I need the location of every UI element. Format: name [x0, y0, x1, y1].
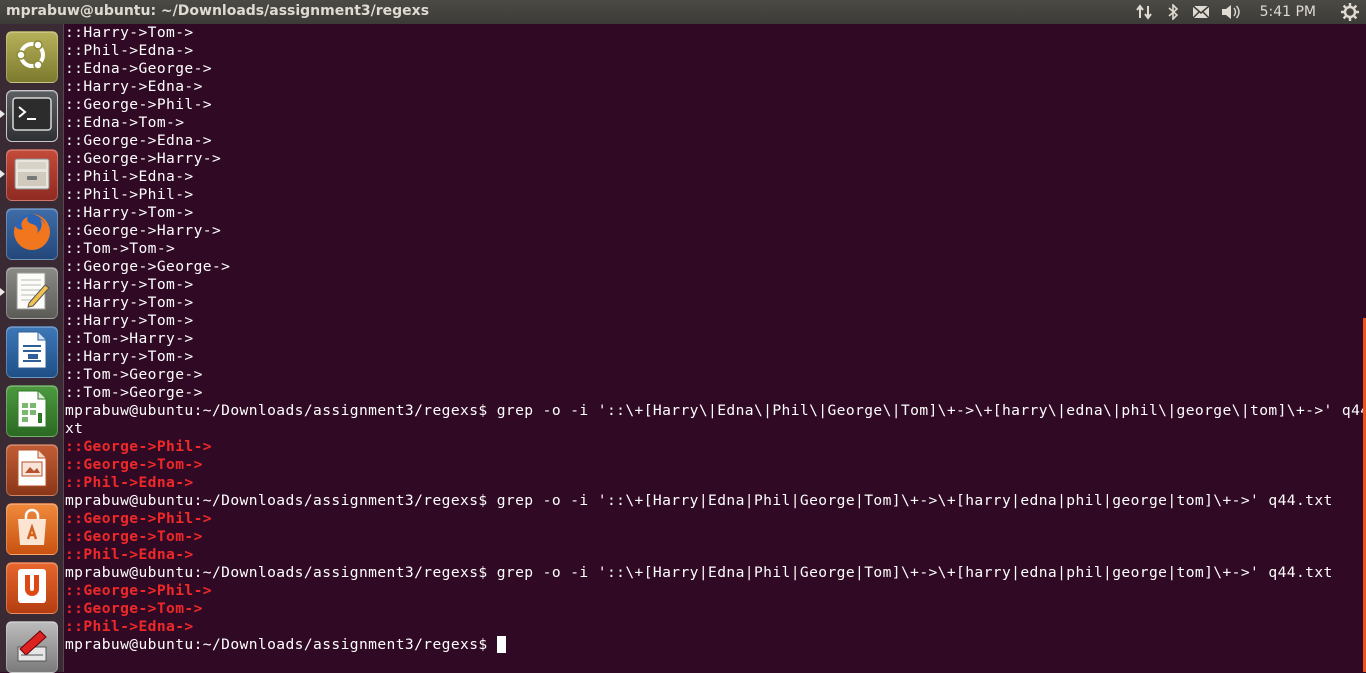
impress-icon [14, 448, 50, 492]
shopping-bag-icon [14, 507, 50, 551]
terminal-line: ::Harry->Tom-> [65, 204, 194, 221]
terminal-line: ::Harry->Tom-> [65, 276, 194, 293]
terminal-output[interactable]: ::Harry->Tom->::Phil->Edna->::Edna->Geor… [65, 24, 1366, 672]
launcher-item-impress[interactable] [6, 444, 58, 496]
window-title: mprabuw@ubuntu: ~/Downloads/assignment3/… [6, 3, 430, 19]
terminal-line: ::George->George-> [65, 258, 231, 275]
match-output-line: ::George->Phil-> [65, 438, 212, 455]
launcher-item-ubuntu-one[interactable] [6, 562, 58, 614]
launcher-item-firefox[interactable] [6, 208, 58, 260]
firefox-icon [11, 211, 53, 257]
indicator-area: 5:41 PM [1130, 0, 1366, 24]
match-output-line: ::George->Tom-> [65, 528, 203, 545]
sound-icon[interactable] [1216, 0, 1246, 24]
match-output-line: ::George->Tom-> [65, 600, 203, 617]
terminal-icon [12, 97, 52, 135]
terminal-line: xt [65, 420, 84, 437]
terminal-line: ::Phil->Edna-> [65, 168, 194, 185]
tool-icon [12, 625, 52, 669]
terminal-line: ::Edna->George-> [65, 60, 212, 77]
text-editor-icon [13, 271, 51, 315]
terminal-line: ::Tom->Harry-> [65, 330, 194, 347]
prompt-line[interactable]: mprabuw@ubuntu:~/Downloads/assignment3/r… [65, 636, 1362, 654]
calc-icon [14, 389, 50, 433]
launcher-item-writer[interactable] [6, 326, 58, 378]
match-output-line: ::Phil->Edna-> [65, 474, 194, 491]
launcher-item-files[interactable] [6, 149, 58, 201]
file-cabinet-icon [12, 155, 52, 195]
terminal-lines: ::Harry->Tom->::Phil->Edna->::Edna->Geor… [65, 24, 1366, 636]
terminal-line: ::Harry->Edna-> [65, 78, 203, 95]
running-indicator [0, 110, 5, 118]
launcher-item-calc[interactable] [6, 385, 58, 437]
launcher-item-software-center[interactable] [6, 503, 58, 555]
match-output-line: ::George->Phil-> [65, 510, 212, 527]
prompt-text: mprabuw@ubuntu:~/Downloads/assignment3/r… [65, 636, 497, 653]
writer-icon [14, 330, 50, 374]
terminal-line: ::Harry->Tom-> [65, 312, 194, 329]
terminal-line: mprabuw@ubuntu:~/Downloads/assignment3/r… [65, 402, 1366, 419]
terminal-line: ::Harry->Tom-> [65, 24, 194, 41]
terminal-line: mprabuw@ubuntu:~/Downloads/assignment3/r… [65, 564, 1333, 581]
running-indicator [0, 170, 5, 178]
terminal-line: ::Edna->Tom-> [65, 114, 185, 131]
text-cursor [496, 636, 506, 653]
terminal-line: ::Phil->Edna-> [65, 42, 194, 59]
match-output-line: ::George->Tom-> [65, 456, 203, 473]
match-output-line: ::George->Phil-> [65, 582, 212, 599]
terminal-line: ::George->Edna-> [65, 132, 212, 149]
launcher [0, 24, 64, 673]
network-icon[interactable] [1130, 0, 1160, 24]
terminal-line: ::Phil->Phil-> [65, 186, 194, 203]
terminal-line: ::Tom->Tom-> [65, 240, 176, 257]
terminal-line: mprabuw@ubuntu:~/Downloads/assignment3/r… [65, 492, 1333, 509]
match-output-line: ::Phil->Edna-> [65, 546, 194, 563]
match-output-line: ::Phil->Edna-> [65, 618, 194, 635]
bluetooth-icon[interactable] [1160, 0, 1186, 24]
terminal-line: ::George->Phil-> [65, 96, 212, 113]
launcher-item-text-editor[interactable] [6, 267, 58, 319]
launcher-item-dash[interactable] [6, 31, 58, 83]
terminal-line: ::Harry->Tom-> [65, 294, 194, 311]
ubuntu-one-icon [14, 566, 50, 610]
running-indicator [0, 288, 5, 296]
launcher-item-system-tool[interactable] [6, 621, 58, 673]
terminal-line: ::Harry->Tom-> [65, 348, 194, 365]
mail-icon[interactable] [1186, 0, 1216, 24]
top-panel: mprabuw@ubuntu: ~/Downloads/assignment3/… [0, 0, 1366, 24]
terminal-line: ::George->Harry-> [65, 150, 222, 167]
terminal-line: ::Tom->George-> [65, 366, 203, 383]
clock[interactable]: 5:41 PM [1246, 0, 1334, 24]
ubuntu-logo-icon [13, 36, 51, 78]
terminal-line: ::Tom->George-> [65, 384, 203, 401]
launcher-item-terminal[interactable] [6, 90, 58, 142]
gear-icon[interactable] [1334, 0, 1366, 24]
terminal-line: ::George->Harry-> [65, 222, 222, 239]
